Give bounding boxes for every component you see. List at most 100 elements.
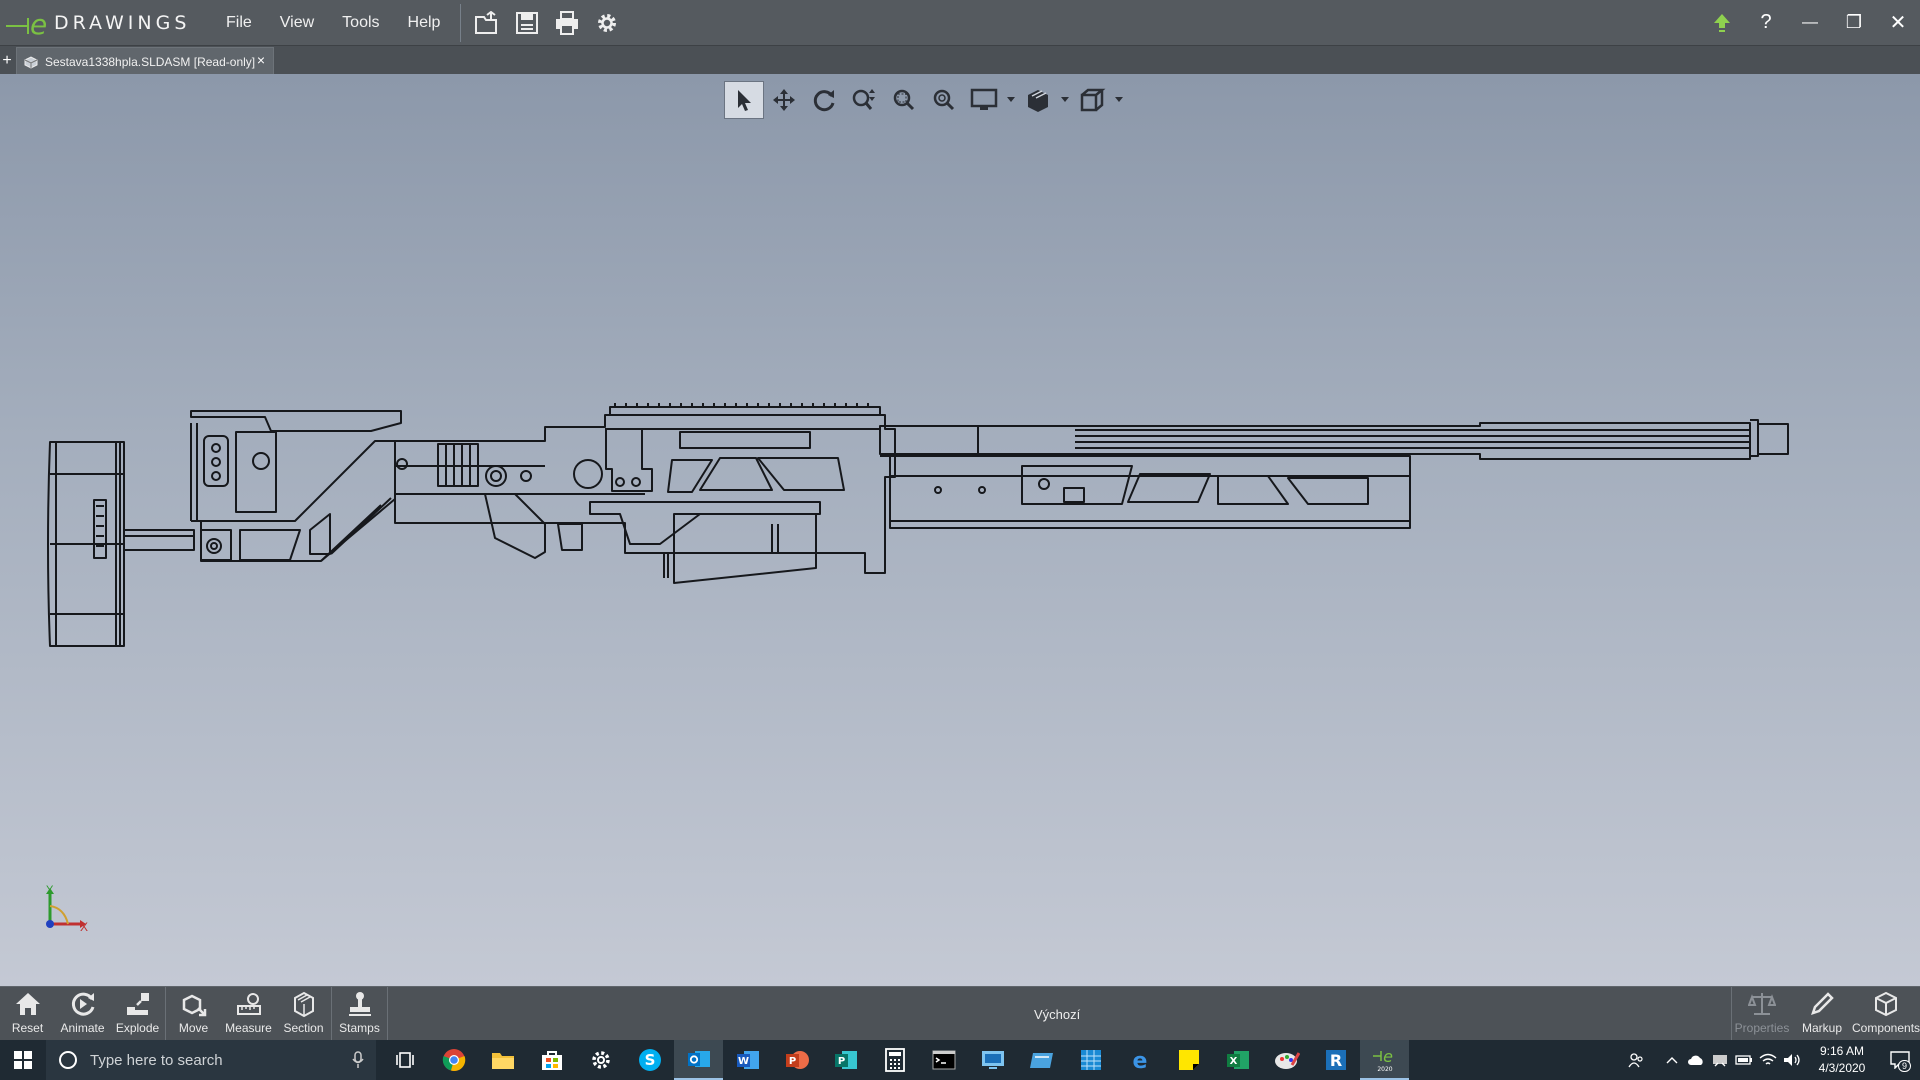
markup-button[interactable]: Markup [1792, 987, 1852, 1041]
minimize-button[interactable]: — [1788, 0, 1832, 45]
calculator-icon [884, 1048, 905, 1072]
edrawings-logo-icon: e [6, 8, 47, 38]
calculator-app[interactable] [870, 1040, 919, 1080]
muzzle [1750, 419, 1789, 457]
battery-button[interactable] [1732, 1040, 1756, 1080]
move-component-icon [182, 994, 206, 1017]
menu-view[interactable]: View [266, 0, 328, 45]
task-view-button[interactable] [380, 1040, 429, 1080]
svg-text:W: W [737, 1056, 748, 1067]
task-view-icon [395, 1052, 414, 1068]
save-button[interactable] [507, 0, 547, 45]
rifle-assembly-model[interactable] [0, 74, 1920, 986]
clock-date: 4/3/2020 [1818, 1061, 1866, 1075]
microsoft-store-app[interactable] [527, 1040, 576, 1080]
chrome-app[interactable] [429, 1040, 478, 1080]
stock-frame [191, 440, 396, 562]
skype-app[interactable]: S [625, 1040, 674, 1080]
taskbar-clock[interactable]: 9:16 AM 4/3/2020 [1804, 1043, 1880, 1077]
edrawings-app[interactable]: e 2020 [1360, 1040, 1409, 1080]
wifi-button[interactable] [1756, 1040, 1780, 1080]
excel-icon: X [1226, 1051, 1249, 1069]
powerpoint-app[interactable]: P [772, 1040, 821, 1080]
calendar-grid-icon [1080, 1050, 1101, 1070]
reset-button[interactable]: Reset [0, 987, 55, 1041]
svg-text:e: e [1132, 1049, 1147, 1072]
menu-file[interactable]: File [212, 0, 266, 45]
explode-icon [126, 993, 149, 1015]
y-axis-label: Y [46, 884, 54, 896]
wifi-icon [1759, 1053, 1777, 1065]
action-center-button[interactable]: 9 [1880, 1040, 1920, 1080]
onedrive-button[interactable] [1684, 1040, 1708, 1080]
document-tab[interactable]: Sestava1338hpla.SLDASM [Read-only] × [16, 47, 274, 75]
axis-triad: X Y [40, 884, 90, 939]
solidworks-app[interactable] [1017, 1040, 1066, 1080]
command-prompt-app[interactable] [919, 1040, 968, 1080]
settings-app[interactable] [576, 1040, 625, 1080]
configuration-name[interactable]: Výchozí [1034, 1007, 1080, 1022]
svg-text:P: P [788, 1056, 795, 1067]
taskbar-pinned-apps: S W P P e X R e 2020 [380, 1040, 1409, 1080]
open-button[interactable] [467, 0, 507, 45]
volume-button[interactable] [1780, 1040, 1804, 1080]
people-icon [1628, 1053, 1643, 1068]
home-icon [15, 993, 40, 1015]
tab-close-icon[interactable]: × [257, 52, 265, 68]
cheek-riser [190, 410, 402, 432]
restore-button[interactable]: ❐ [1832, 0, 1876, 45]
update-button[interactable] [1700, 0, 1744, 45]
svg-text:S: S [644, 1051, 655, 1069]
components-button[interactable]: Components [1852, 987, 1920, 1041]
people-button[interactable] [1624, 1040, 1648, 1080]
sticky-note-icon [1178, 1050, 1199, 1070]
help-button[interactable]: ? [1744, 0, 1788, 45]
animate-button[interactable]: Animate [55, 987, 110, 1041]
battery-icon [1735, 1055, 1752, 1065]
measure-button[interactable]: Measure [221, 987, 276, 1041]
pistol-grip [484, 493, 546, 559]
graphics-viewport[interactable]: X Y [0, 74, 1920, 986]
word-app[interactable]: W [723, 1040, 772, 1080]
folder-icon [491, 1053, 514, 1069]
move-button[interactable]: Move [166, 987, 221, 1041]
outlook-app[interactable] [674, 1040, 723, 1080]
forend-chassis [880, 455, 1411, 529]
save-icon [516, 11, 539, 34]
bottom-tools-left: Reset Animate Explode Move Measure Secti… [0, 987, 388, 1041]
section-button[interactable]: Section [276, 987, 331, 1041]
publisher-app[interactable]: P [821, 1040, 870, 1080]
assembly-icon [24, 55, 38, 69]
calendar-app[interactable] [1066, 1040, 1115, 1080]
stamp-icon [348, 992, 371, 1016]
menu-help[interactable]: Help [394, 0, 455, 45]
excel-app[interactable]: X [1213, 1040, 1262, 1080]
microphone-icon[interactable] [352, 1051, 364, 1069]
menu-tools[interactable]: Tools [328, 0, 393, 45]
terminal-icon [932, 1050, 955, 1070]
properties-button[interactable]: Properties [1732, 987, 1792, 1041]
taskbar-search-box[interactable]: Type here to search [46, 1040, 376, 1080]
system-tray: 9:16 AM 4/3/2020 9 [1624, 1040, 1920, 1080]
close-button[interactable]: ✕ [1876, 0, 1920, 45]
revit-app[interactable]: R [1311, 1040, 1360, 1080]
print-button[interactable] [547, 0, 587, 45]
scale-icon [1748, 993, 1776, 1015]
new-tab-button[interactable]: + [1, 52, 13, 70]
svg-text:R: R [1329, 1051, 1341, 1070]
publisher-icon: P [834, 1051, 857, 1069]
edge-app[interactable]: e [1115, 1040, 1164, 1080]
settings-gear-icon [591, 1051, 610, 1069]
show-hidden-icons-button[interactable] [1660, 1040, 1684, 1080]
network-drive-button[interactable] [1708, 1040, 1732, 1080]
start-button[interactable] [0, 1040, 46, 1080]
remote-desktop-app[interactable] [968, 1040, 1017, 1080]
outlook-icon [687, 1051, 710, 1067]
file-explorer-app[interactable] [478, 1040, 527, 1080]
options-button[interactable] [587, 0, 627, 45]
stamps-button[interactable]: Stamps [332, 987, 387, 1041]
paint-app[interactable] [1262, 1040, 1311, 1080]
sticky-notes-app[interactable] [1164, 1040, 1213, 1080]
explode-button[interactable]: Explode [110, 987, 165, 1041]
svg-text:e: e [1383, 1047, 1393, 1066]
